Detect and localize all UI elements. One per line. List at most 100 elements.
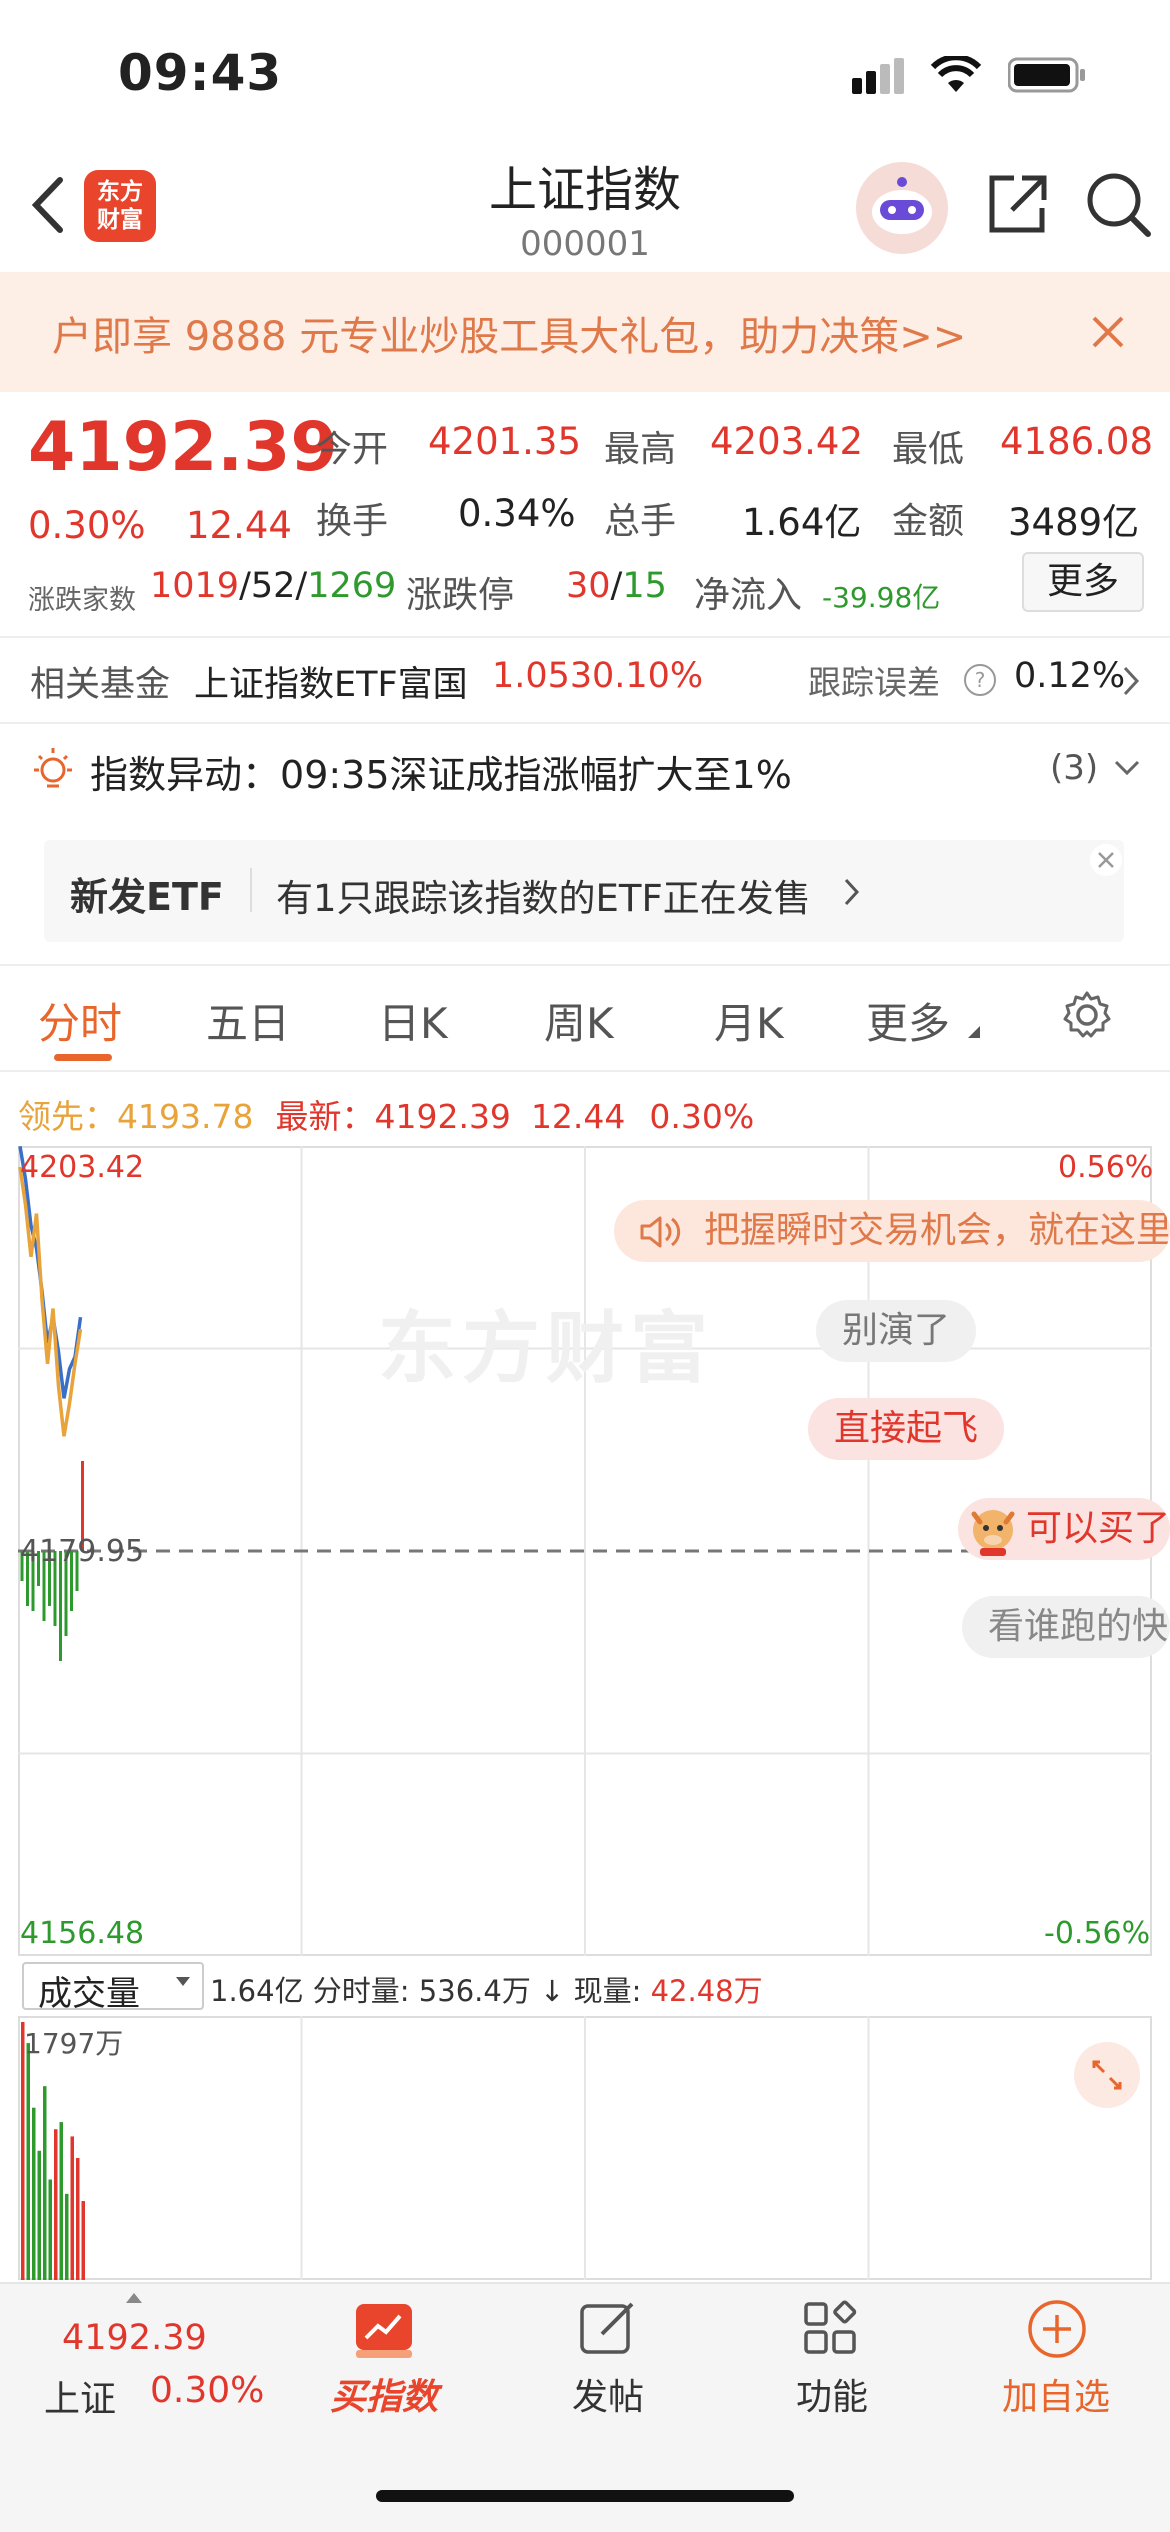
tracking-value: 0.12%: [1014, 656, 1126, 696]
speaker-icon: [638, 1212, 684, 1256]
fenshi-value: 536.4万: [418, 1974, 531, 2008]
svg-text:?: ?: [975, 668, 986, 692]
battery-icon: [1007, 56, 1088, 100]
lead-label: 领先：: [18, 1097, 117, 1136]
volume-selector[interactable]: 成交量: [22, 1962, 204, 2014]
status-time: 09:43: [118, 44, 283, 102]
fund-price: 1.053: [492, 656, 593, 696]
y-axis-top-pct: 0.56%: [1058, 1150, 1154, 1185]
nav-index-name[interactable]: 上证: [44, 2370, 116, 2422]
volume-selector-label: 成交量: [38, 1974, 140, 2014]
tab-more[interactable]: 更多: [866, 990, 950, 1051]
buy-index-icon[interactable]: [354, 2302, 414, 2364]
promo-danmaku[interactable]: 把握瞬时交易机会，就在这里: [614, 1200, 1170, 1262]
latest-value: 4192.39: [374, 1097, 511, 1136]
volume-bar: [54, 2129, 58, 2280]
volume-bar: [26, 2043, 30, 2280]
lead-value: 4193.78: [117, 1097, 254, 1136]
etf-separator: [250, 868, 252, 912]
tab-weekly-k[interactable]: 周K: [544, 990, 614, 1051]
tab-fenshi[interactable]: 分时: [38, 990, 122, 1051]
arrow-down-icon: ↓: [540, 1974, 565, 2008]
divider: [0, 964, 1170, 966]
volume-bar: [65, 2193, 69, 2280]
search-icon[interactable]: [1084, 170, 1154, 244]
turnover-label: 换手: [316, 501, 389, 542]
volume-bar: [48, 2179, 52, 2280]
high-value: 4203.42: [710, 420, 864, 463]
close-icon[interactable]: [1088, 312, 1128, 356]
promo-banner-text[interactable]: 户即享 9888 元专业炒股工具大礼包，助力决策>>: [52, 304, 966, 362]
volume-bar: [59, 2122, 63, 2280]
open-value: 4201.35: [428, 420, 582, 463]
chart-info-row: 领先：4193.78 最新：4192.39 12.44 0.30%: [18, 1090, 754, 1138]
expand-icon[interactable]: [1072, 2040, 1142, 2114]
now-label: 现量:: [573, 1974, 642, 2008]
watermark: 东方财富: [378, 1304, 715, 1394]
home-indicator: [376, 2490, 794, 2502]
comment-bubble[interactable]: 别演了: [816, 1300, 977, 1362]
chevron-right-icon: [842, 876, 862, 912]
settings-icon[interactable]: [1060, 988, 1114, 1046]
nav-pct[interactable]: 0.30%: [150, 2370, 264, 2411]
active-tab-indicator: [54, 1054, 112, 1061]
comment-text: 可以买了: [1026, 1508, 1170, 1549]
limit-values: 30/15: [566, 566, 667, 606]
post-icon[interactable]: [578, 2298, 638, 2362]
grid-menu-icon[interactable]: [802, 2298, 862, 2362]
amount-value: 3489亿: [1008, 501, 1140, 544]
open-label: 今开: [316, 429, 389, 470]
fenshi-label: 分时量:: [312, 1974, 410, 2008]
change-abs: 12.44: [186, 504, 292, 547]
add-watchlist-label[interactable]: 加自选: [976, 2368, 1136, 2420]
breadth-down: 1269: [307, 566, 397, 606]
volume-bar: [76, 2157, 80, 2280]
tab-five-day[interactable]: 五日: [206, 990, 290, 1051]
volume-value: 1.64亿: [742, 501, 862, 544]
more-button[interactable]: 更多: [1022, 552, 1144, 612]
y-axis-bottom-pct: -0.56%: [1044, 1916, 1151, 1951]
comment-bubble[interactable]: 看谁跑的快: [962, 1596, 1170, 1658]
alert-text: 09:35深证成指涨幅扩大至1%: [280, 753, 792, 797]
etf-close-icon[interactable]: [1088, 842, 1124, 882]
function-label[interactable]: 功能: [752, 2368, 912, 2420]
tab-daily-k[interactable]: 日K: [378, 990, 448, 1051]
chevron-right-icon[interactable]: [1120, 664, 1142, 702]
alert-row[interactable]: 指数异动：09:35深证成指涨幅扩大至1%: [90, 744, 792, 799]
y-axis-mid-price: 4179.95: [20, 1534, 145, 1569]
breadth-up: 1019: [150, 566, 240, 606]
etf-text: 有1只跟踪该指数的ETF正在发售: [276, 877, 811, 920]
divider: [0, 1070, 1170, 1072]
etf-tag: 新发ETF: [70, 875, 224, 919]
volume-bar: [32, 2107, 36, 2280]
change-pct: 0.30%: [28, 504, 146, 547]
fund-pct: 0.10%: [592, 656, 704, 696]
add-circle-icon[interactable]: [1026, 2298, 1088, 2364]
volume-bar: [43, 2086, 47, 2280]
tracking-label: 跟踪误差: [808, 663, 940, 702]
comment-text: 看谁跑的快: [988, 1606, 1169, 1647]
now-value: 42.48万: [650, 1974, 763, 2008]
netflow-value: -39.98亿: [822, 581, 941, 614]
robot-assistant-icon[interactable]: [856, 162, 948, 254]
post-label[interactable]: 发帖: [528, 2368, 688, 2420]
limit-up: 30: [566, 566, 611, 606]
buy-index-label[interactable]: 买指数: [304, 2368, 464, 2420]
comment-bubble[interactable]: 直接起飞: [808, 1398, 1005, 1460]
amount-label: 金额: [892, 501, 965, 542]
tab-monthly-k[interactable]: 月K: [714, 990, 784, 1051]
limit-down: 15: [622, 566, 667, 606]
fund-name[interactable]: 上证指数ETF富国: [194, 656, 468, 707]
fund-label: 相关基金: [30, 665, 171, 705]
share-icon[interactable]: [984, 170, 1050, 244]
volume-bar: [37, 2150, 41, 2280]
limit-label: 涨跌停: [406, 575, 515, 616]
help-icon[interactable]: ?: [962, 662, 998, 702]
nav-price[interactable]: 4192.39: [62, 2318, 207, 2358]
volume-chart[interactable]: [18, 2016, 1152, 2280]
signal-icon: [852, 58, 912, 102]
dropdown-icon: [174, 1972, 192, 1994]
chevron-down-icon[interactable]: [1112, 756, 1142, 784]
y-axis-bottom-price: 4156.48: [20, 1916, 145, 1951]
bulb-icon: [28, 744, 78, 798]
